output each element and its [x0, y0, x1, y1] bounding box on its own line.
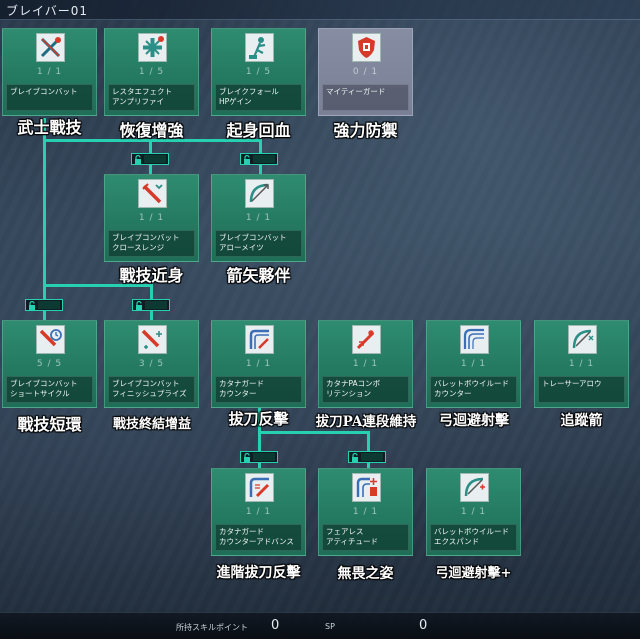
skill-label-zh: 拔刀PA連段維持 — [315, 414, 417, 430]
skill-name: カタナガード カウンター — [215, 376, 302, 403]
skill-card-bullet-bow-evade-expand[interactable]: 1 / 1 バレットボウイルード エクスパンド — [426, 468, 521, 556]
skill-level: 1 / 1 — [460, 507, 487, 517]
skill-label-zh: 戰技短環 — [17, 415, 82, 434]
skill-card-fearless-attitude[interactable]: 1 / 1 フェアレス アティチュード — [318, 468, 413, 556]
skill-label-zh: 弓迴避射擊 — [439, 413, 509, 429]
padlock-icon — [135, 155, 141, 164]
skill-level: 1 / 1 — [352, 507, 379, 517]
unlock-marker — [25, 299, 63, 311]
skill-label-zh: 恢復增強 — [119, 121, 184, 140]
skill-name: バレットボウイルード エクスパンド — [430, 524, 517, 551]
skill-card-brave-combat-short-cycle[interactable]: 5 / 5 ブレイブコンバット ショートサイクル — [2, 320, 97, 408]
katana-advance-icon — [245, 473, 274, 502]
shield-guard-icon — [352, 33, 381, 62]
window-title: ブレイバー01 — [6, 4, 89, 18]
unlock-marker — [132, 299, 170, 311]
skill-label-zh: 強力防禦 — [333, 121, 398, 140]
footer-bar: 所持スキルポイント 0 SP 0 — [0, 612, 640, 639]
skill-level: 1 / 1 — [245, 213, 272, 223]
skill-level: 1 / 1 — [36, 67, 63, 77]
skill-level: 0 / 1 — [352, 67, 379, 77]
skill-name: カタナPAコンボ リテンション — [322, 376, 409, 403]
skill-name: ブレイブコンバット クロースレンジ — [108, 230, 195, 257]
fearless-icon — [352, 473, 381, 502]
skill-label-zh: 無畏之姿 — [337, 566, 394, 582]
skill-label-zh: 進階拔刀反擊 — [216, 565, 301, 581]
skill-name: ブレイブコンバット フィニッシュプライズ — [108, 376, 195, 403]
skill-label-zh: 起身回血 — [226, 121, 291, 140]
katana-combo-icon — [352, 325, 381, 354]
sp-value: 0 — [419, 618, 428, 633]
bow-arrow-icon — [245, 179, 274, 208]
padlock-icon — [352, 453, 358, 462]
crossed-swords-icon — [36, 33, 65, 62]
skill-name: レスタエフェクト アンプリファイ — [108, 84, 195, 111]
skill-card-tracer-arrow[interactable]: 1 / 1 トレーサーアロウ — [534, 320, 629, 408]
katana-guard-icon — [245, 325, 274, 354]
skill-points-value: 0 — [271, 618, 280, 633]
padlock-icon — [29, 301, 35, 310]
unlock-marker — [348, 451, 386, 463]
skill-level: 3 / 5 — [138, 359, 165, 369]
skill-label-zh: 箭矢夥伴 — [226, 266, 291, 285]
unlock-marker — [240, 153, 278, 165]
padlock-icon — [244, 155, 250, 164]
skill-points-label: 所持スキルポイント — [176, 623, 248, 632]
skill-level: 1 / 1 — [352, 359, 379, 369]
skill-name: トレーサーアロウ — [538, 376, 625, 403]
sword-close-range-icon — [138, 179, 167, 208]
skill-label-zh: 弓迴避射擊+ — [435, 566, 512, 581]
skill-name: フェアレス アティチュード — [322, 524, 409, 551]
heal-cross-icon — [138, 33, 167, 62]
unlock-marker — [131, 153, 169, 165]
skill-card-resta-effect-amplify[interactable]: 1 / 5 レスタエフェクト アンプリファイ — [104, 28, 199, 116]
unlock-marker — [240, 451, 278, 463]
skill-level: 1 / 1 — [245, 359, 272, 369]
skill-label-zh: 戰技終結增益 — [112, 417, 191, 432]
skill-card-mighty-guard[interactable]: 0 / 1 マイティーガード — [318, 28, 413, 116]
skill-label-zh: 戰技近身 — [119, 266, 184, 285]
skill-name: ブレイブコンバット ショートサイクル — [6, 376, 93, 403]
skill-card-katana-guard-counter-advance[interactable]: 1 / 1 カタナガード カウンターアドバンス — [211, 468, 306, 556]
skill-name: バレットボウイルード カウンター — [430, 376, 517, 403]
skill-card-katana-pa-combo-retention[interactable]: 1 / 1 カタナPAコンボ リテンション — [318, 320, 413, 408]
skill-name: ブレイクフォール HPゲイン — [215, 84, 302, 111]
skill-level: 1 / 5 — [245, 67, 272, 77]
title-bar: ブレイバー01 — [0, 0, 640, 20]
skill-level: 1 / 1 — [138, 213, 165, 223]
tracer-arrow-icon — [568, 325, 597, 354]
skill-level: 1 / 1 — [460, 359, 487, 369]
bow-dodge-icon — [460, 325, 489, 354]
sword-burst-icon — [138, 325, 167, 354]
skill-card-brave-combat-arrow-mates[interactable]: 1 / 1 ブレイブコンバット アローメイツ — [211, 174, 306, 262]
skill-level: 1 / 5 — [138, 67, 165, 77]
skill-level: 1 / 1 — [245, 507, 272, 517]
skill-label-zh: 武士戰技 — [17, 118, 82, 137]
skill-label-zh: 追蹤箭 — [560, 413, 603, 429]
skill-card-katana-guard-counter[interactable]: 1 / 1 カタナガード カウンター — [211, 320, 306, 408]
breakfall-figure-icon — [245, 33, 274, 62]
skill-label-zh: 拔刀反擊 — [228, 410, 289, 428]
skill-name: ブレイブコンバット — [6, 84, 93, 111]
sp-label: SP — [325, 622, 335, 631]
skill-name: カタナガード カウンターアドバンス — [215, 524, 302, 551]
padlock-icon — [136, 301, 142, 310]
skill-card-breakfall-hp-gain[interactable]: 1 / 5 ブレイクフォール HPゲイン — [211, 28, 306, 116]
skill-card-bullet-bow-evade-counter[interactable]: 1 / 1 バレットボウイルード カウンター — [426, 320, 521, 408]
skill-card-brave-combat-finish-prize[interactable]: 3 / 5 ブレイブコンバット フィニッシュプライズ — [104, 320, 199, 408]
bow-expand-icon — [460, 473, 489, 502]
skill-name: ブレイブコンバット アローメイツ — [215, 230, 302, 257]
sword-clock-icon — [36, 325, 65, 354]
padlock-icon — [244, 453, 250, 462]
skill-name: マイティーガード — [322, 84, 409, 111]
skill-card-brave-combat-close-range[interactable]: 1 / 1 ブレイブコンバット クロースレンジ — [104, 174, 199, 262]
skill-card-brave-combat[interactable]: 1 / 1 ブレイブコンバット — [2, 28, 97, 116]
skill-level: 5 / 5 — [36, 359, 63, 369]
skill-level: 1 / 1 — [568, 359, 595, 369]
